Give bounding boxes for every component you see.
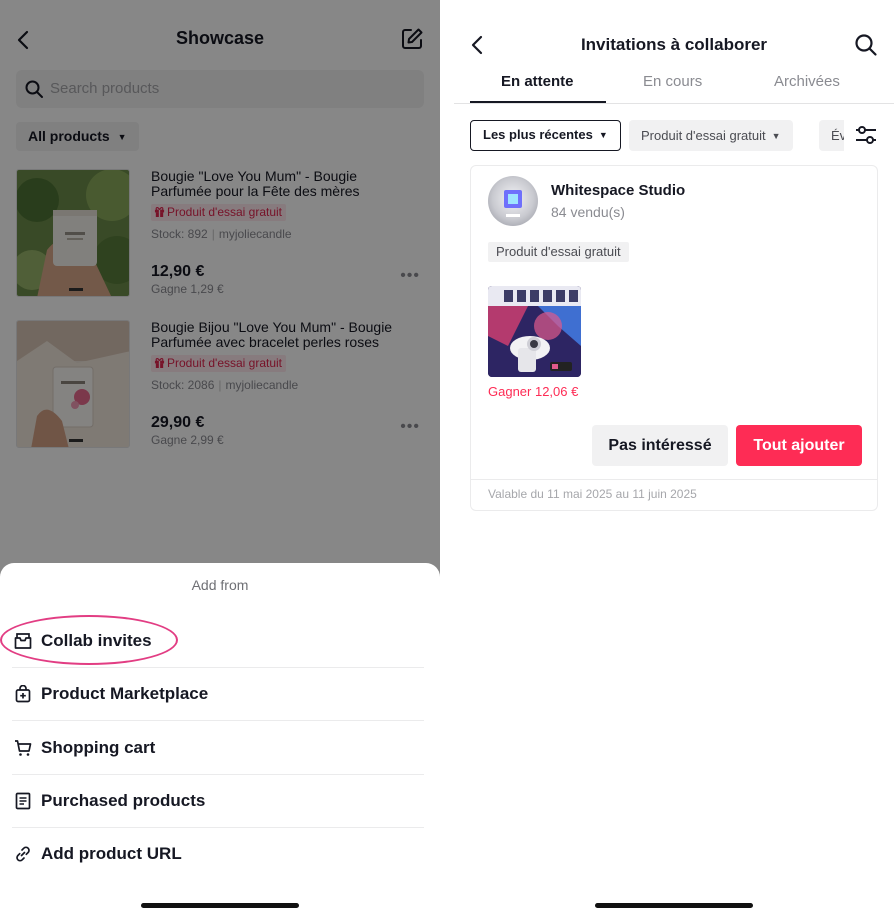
invitation-card: Whitespace Studio 84 vendu(s) Produit d'… xyxy=(470,165,878,511)
free-trial-badge: Produit d'essai gratuit xyxy=(488,242,629,262)
product-image[interactable] xyxy=(488,286,581,377)
cart-icon xyxy=(15,740,32,756)
receipt-icon xyxy=(15,792,31,810)
tab-in-progress[interactable]: En cours xyxy=(643,73,702,90)
product-marketplace-item[interactable]: Product Marketplace xyxy=(12,668,424,721)
tab-bar: En attente En cours Archivées xyxy=(454,62,894,104)
highlight-ring xyxy=(0,615,178,665)
item-label: Purchased products xyxy=(41,791,206,810)
shopping-cart-item[interactable]: Shopping cart xyxy=(12,722,424,775)
tab-archived[interactable]: Archivées xyxy=(774,73,840,90)
active-tab-indicator xyxy=(470,101,606,103)
page-title: Invitations à collaborer xyxy=(580,35,768,54)
sold-count: 84 vendu(s) xyxy=(551,204,625,220)
home-indicator xyxy=(141,903,299,908)
sheet-title: Add from xyxy=(191,577,249,593)
chevron-down-icon: ▼ xyxy=(598,130,608,140)
divider xyxy=(12,720,424,721)
add-product-url-item[interactable]: Add product URL xyxy=(12,828,424,881)
item-label: Shopping cart xyxy=(41,738,156,757)
not-interested-button[interactable]: Pas intéressé xyxy=(592,425,728,466)
item-label: Product Marketplace xyxy=(41,684,209,703)
search-icon[interactable] xyxy=(854,33,878,57)
validity-period: Valable du 11 mai 2025 au 11 juin 2025 xyxy=(471,479,877,510)
link-icon xyxy=(16,846,30,862)
earn-amount: Gagner 12,06 € xyxy=(488,384,579,399)
item-label: Add product URL xyxy=(41,844,182,863)
add-all-button[interactable]: Tout ajouter xyxy=(736,425,862,466)
filter-settings-button[interactable] xyxy=(844,120,894,151)
sort-most-recent-chip[interactable]: Les plus récentes ▼ xyxy=(470,120,621,151)
avatar xyxy=(488,176,538,226)
shopping-bag-plus-icon xyxy=(15,685,31,703)
purchased-products-item[interactable]: Purchased products xyxy=(12,775,424,828)
collab-invitations-screen: Invitations à collaborer En attente En c… xyxy=(454,0,894,916)
showcase-screen: Showcase Search products All products▼ xyxy=(0,0,440,916)
tab-pending[interactable]: En attente xyxy=(501,73,574,90)
home-indicator xyxy=(595,903,753,908)
shop-name: Whitespace Studio xyxy=(551,182,686,199)
chip-label: Produit d'essai gratuit xyxy=(641,128,766,143)
sliders-icon xyxy=(856,126,876,144)
free-trial-filter-chip[interactable]: Produit d'essai gratuit ▼ xyxy=(629,120,793,151)
chip-label: Les plus récentes xyxy=(483,127,593,142)
chevron-down-icon: ▼ xyxy=(771,131,781,141)
